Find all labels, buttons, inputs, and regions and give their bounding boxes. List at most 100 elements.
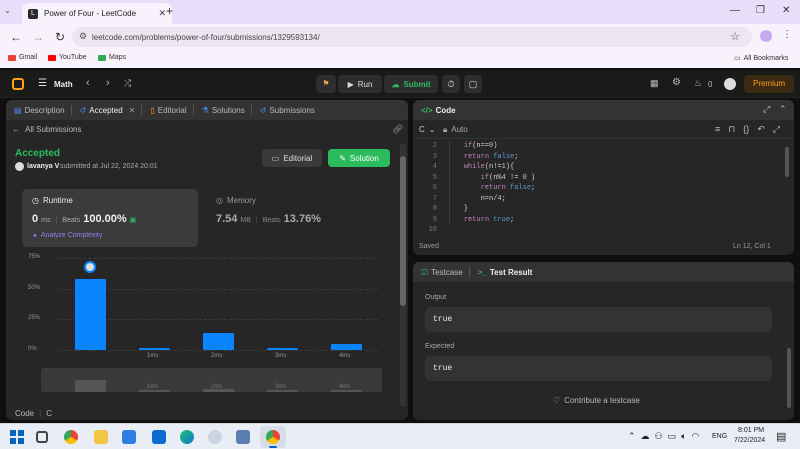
problem-list-icon[interactable]: ☰ xyxy=(38,78,47,89)
premium-button[interactable]: Premium xyxy=(744,75,794,93)
new-tab-button[interactable]: + xyxy=(166,4,173,18)
runtime-value: 0 ms | Beats 100.00% ▣ xyxy=(32,213,137,225)
cloud-icon[interactable]: ☁ xyxy=(641,431,650,442)
clock-time[interactable]: 8:01 PM xyxy=(738,427,764,434)
timer-button[interactable]: ⏱ xyxy=(442,75,460,93)
mail-icon[interactable] xyxy=(152,430,166,444)
submit-button[interactable]: ☁ Submit xyxy=(384,75,438,93)
y-tick-label: 75% xyxy=(28,254,41,260)
editor-scrollbar[interactable] xyxy=(785,147,789,177)
back-icon[interactable]: ← xyxy=(10,30,22,44)
chrome-icon[interactable] xyxy=(64,430,78,444)
shuffle-icon[interactable]: ⤮ xyxy=(124,78,131,89)
fullscreen-icon[interactable]: ⤢ xyxy=(773,124,780,135)
forward-icon[interactable]: → xyxy=(32,30,44,44)
streak-fire-icon[interactable]: ♨ xyxy=(694,78,702,89)
tab-submissions[interactable]: ↺ Submissions xyxy=(260,106,315,115)
notes-button[interactable]: ▢ xyxy=(464,75,482,93)
profile-avatar[interactable] xyxy=(760,30,772,42)
chart-bar[interactable] xyxy=(266,347,298,350)
layout-icon[interactable]: ▦ xyxy=(650,78,659,89)
collapse-icon[interactable]: ⌃ xyxy=(779,104,787,115)
braces-icon[interactable]: {} xyxy=(743,124,749,135)
chevron-down-icon: ⌄ xyxy=(428,125,436,134)
restore-button[interactable]: ❐ xyxy=(756,5,765,16)
bookmark-youtube[interactable]: YouTube xyxy=(48,54,87,61)
analyze-complexity-link[interactable]: ✦ Analyze Complexity xyxy=(32,232,102,240)
memory-card[interactable]: ◎ Memory 7.54 MB | Beats 13.76% xyxy=(206,189,382,247)
problem-list-label[interactable]: Math xyxy=(54,80,73,89)
status-accepted: Accepted xyxy=(15,148,61,159)
bookmark-icon[interactable]: ⊓ xyxy=(728,124,735,135)
all-bookmarks[interactable]: ▭ All Bookmarks xyxy=(734,54,788,63)
remote-desktop-icon[interactable] xyxy=(236,430,250,444)
chart-bar[interactable] xyxy=(202,332,234,350)
edge-icon[interactable] xyxy=(180,430,194,444)
result-scrollbar[interactable] xyxy=(787,348,791,408)
store-icon[interactable] xyxy=(122,430,136,444)
next-problem-icon[interactable]: › xyxy=(106,77,110,89)
language-indicator[interactable]: ENG xyxy=(712,433,727,440)
description-icon: ▤ xyxy=(14,105,22,115)
bookmark-star-icon[interactable]: ☆ xyxy=(730,30,740,43)
bookmark-gmail[interactable]: Gmail xyxy=(8,54,37,61)
tab-close-icon[interactable]: ✕ xyxy=(158,8,166,19)
contribute-testcase-link[interactable]: ♡ Contribute a testcase xyxy=(553,396,640,405)
browser-menu-icon[interactable]: ⋮ xyxy=(782,29,792,40)
windows-start-icon[interactable] xyxy=(10,430,24,444)
left-scrollbar[interactable] xyxy=(400,144,406,406)
solution-button[interactable]: ✎ Solution xyxy=(328,149,390,167)
terminal-icon: >_ xyxy=(477,267,487,277)
scroll-thumb[interactable] xyxy=(400,156,406,306)
tab-testcase[interactable]: ☑ Testcase xyxy=(421,268,463,277)
saved-status: Saved xyxy=(419,243,439,250)
prev-problem-icon[interactable]: ‹ xyxy=(86,77,90,89)
chart-bar[interactable] xyxy=(138,347,170,350)
people-icon[interactable]: ⚇ xyxy=(655,431,663,442)
active-app-chrome[interactable] xyxy=(260,426,286,448)
tab-search-icon[interactable]: ⌄ xyxy=(4,6,14,16)
battery-icon[interactable]: ▭ xyxy=(668,431,677,442)
tab-editorial[interactable]: ▯ Editorial xyxy=(150,106,186,115)
debug-button[interactable]: ⚑ xyxy=(316,75,336,93)
paint-icon[interactable] xyxy=(208,430,222,444)
share-link-icon[interactable]: 🔗︎ xyxy=(392,124,403,135)
editorial-button[interactable]: ▭ Editorial xyxy=(262,149,322,167)
language-select[interactable]: C ⌄ xyxy=(419,125,435,134)
tab-solutions[interactable]: ⚗ Solutions xyxy=(202,106,245,115)
chart-range-slider[interactable]: 1ms 2ms 3ms 4ms xyxy=(41,368,382,392)
tab-accepted[interactable]: ↺ Accepted ✕ xyxy=(80,106,136,115)
file-explorer-icon[interactable] xyxy=(94,430,108,444)
tab-description[interactable]: ▤ Description xyxy=(14,106,65,115)
chart-bar[interactable] xyxy=(330,343,362,350)
settings-gear-icon[interactable]: ⚙ xyxy=(672,77,681,88)
tab-close-icon[interactable]: ✕ xyxy=(129,106,136,115)
editor-body[interactable]: 2 if(n==0) 3 return false; 4 while(n!=1){5… xyxy=(413,138,794,238)
tab-test-result[interactable]: >_ Test Result xyxy=(478,268,533,277)
close-window-button[interactable]: ✕ xyxy=(782,5,790,16)
all-submissions-link[interactable]: ← All Submissions xyxy=(12,125,81,134)
browser-tab[interactable]: L Power of Four - LeetCode ✕ xyxy=(22,3,172,24)
minimize-button[interactable]: — xyxy=(730,5,740,16)
site-info-icon[interactable]: ⚙ xyxy=(79,31,87,42)
reload-icon[interactable]: ↻ xyxy=(54,30,66,44)
task-view-icon[interactable] xyxy=(36,431,48,443)
chevron-up-icon[interactable]: ⌃ xyxy=(628,431,636,442)
runtime-card[interactable]: ◷ Runtime 0 ms | Beats 100.00% ▣ ✦ Analyze… xyxy=(22,189,198,247)
wifi-icon[interactable]: ◠ xyxy=(692,431,700,442)
undo-icon[interactable]: ↶ xyxy=(757,124,765,135)
run-button[interactable]: ▶ Run xyxy=(338,75,382,93)
submitter-name[interactable]: lavanya V xyxy=(27,163,59,170)
leetcode-logo-icon[interactable] xyxy=(12,78,24,90)
notification-icon[interactable]: ▤ xyxy=(776,430,786,443)
format-icon[interactable]: ≡ xyxy=(715,124,720,135)
chart-bar[interactable] xyxy=(74,278,106,350)
maximize-icon[interactable]: ⤢ xyxy=(763,104,770,115)
url-field[interactable]: ⚙ leetcode.com/problems/power-of-four/su… xyxy=(72,27,752,47)
clock-date[interactable]: 7/22/2024 xyxy=(734,437,765,444)
code-line: 7 n=n/4; xyxy=(413,194,783,205)
auto-mode[interactable]: 🔒︎ Auto xyxy=(443,125,468,135)
bookmark-maps[interactable]: Maps xyxy=(98,54,126,61)
volume-icon[interactable]: 🔈︎ xyxy=(681,431,686,442)
user-avatar[interactable] xyxy=(724,78,736,90)
